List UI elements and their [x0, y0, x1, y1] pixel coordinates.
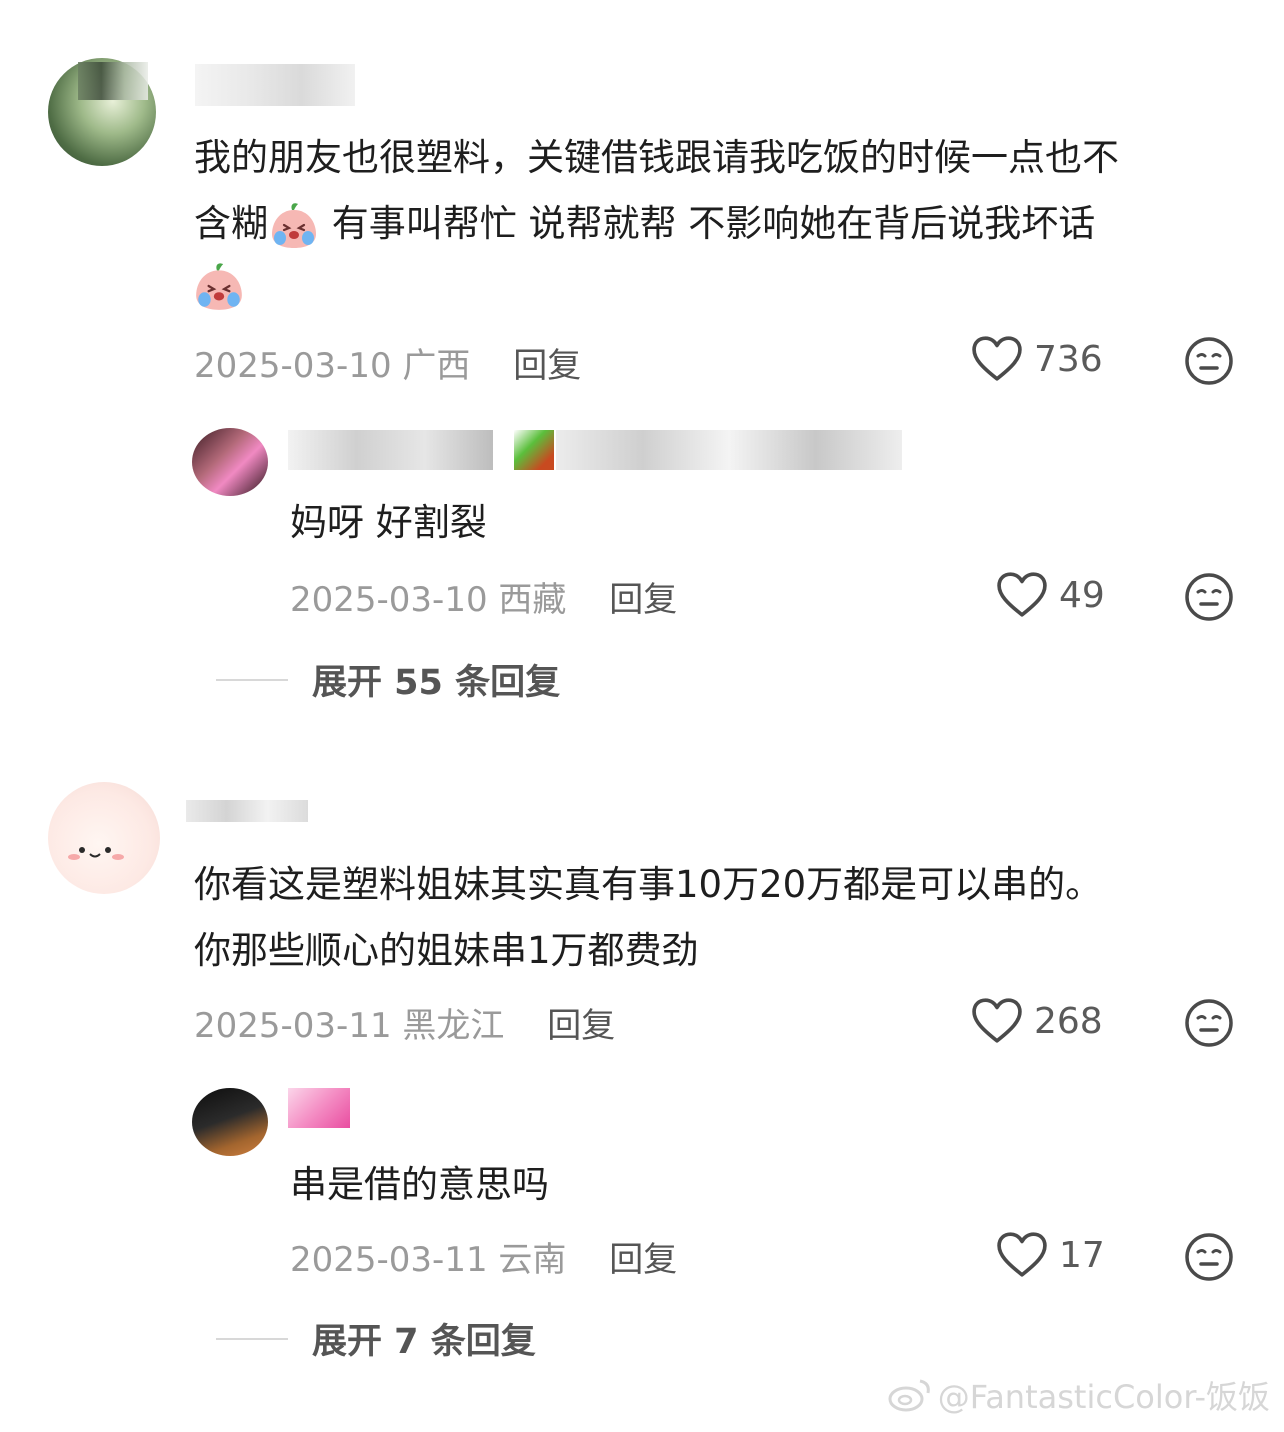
crying-peach-emoji — [268, 200, 320, 252]
comment-date: 2025-03-10 — [194, 346, 392, 386]
heart-outline-icon — [997, 1232, 1047, 1278]
comment-date: 2025-03-11 — [194, 1006, 392, 1046]
expand-label: 展开 7 条回复 — [312, 1322, 536, 1362]
expand-replies-button[interactable]: 展开 7 条回复 — [216, 1313, 536, 1364]
username-blurred[interactable] — [556, 430, 902, 470]
username-blurred[interactable] — [195, 64, 355, 106]
reply-button[interactable]: 回复 — [609, 580, 677, 620]
reply-text: 串是借的意思吗 — [290, 1163, 549, 1206]
like-button[interactable]: 268 — [972, 998, 1103, 1044]
divider — [216, 678, 288, 681]
like-count: 49 — [1059, 574, 1105, 616]
expand-replies-button[interactable]: 展开 55 条回复 — [216, 654, 560, 705]
reply-location: 云南 — [498, 1240, 567, 1280]
neutral-face-icon[interactable] — [1184, 572, 1234, 622]
reply-date: 2025-03-11 — [290, 1240, 488, 1280]
reply-location: 西藏 — [498, 580, 567, 620]
neutral-face-icon[interactable] — [1184, 1232, 1234, 1282]
reply-meta: 2025-03-10 西藏 回复 — [290, 572, 677, 621]
comment-location: 黑龙江 — [402, 1006, 505, 1046]
like-count: 736 — [1034, 338, 1103, 380]
reply-button[interactable]: 回复 — [547, 1006, 615, 1046]
heart-outline-icon — [997, 572, 1047, 618]
badge-blurred — [514, 430, 554, 470]
comment-text: 你那些顺心的姐妹串1万都费劲 — [194, 929, 699, 972]
like-button[interactable]: 49 — [997, 572, 1105, 618]
comment-text: 你看这是塑料姐妹其实真有事10万20万都是可以串的。 — [194, 863, 1103, 906]
avatar-face — [62, 830, 142, 870]
neutral-face-icon[interactable] — [1184, 336, 1234, 386]
reply-avatar[interactable] — [192, 428, 268, 496]
username-blurred[interactable] — [186, 800, 308, 822]
heart-outline-icon — [972, 998, 1022, 1044]
reply-text: 妈呀 好割裂 — [290, 501, 487, 544]
heart-outline-icon — [972, 336, 1022, 382]
divider — [216, 1337, 288, 1340]
comment-text: 我的朋友也很塑料，关键借钱跟请我吃饭的时候一点也不 — [194, 136, 1119, 179]
like-button[interactable]: 17 — [997, 1232, 1105, 1278]
like-button[interactable]: 736 — [972, 336, 1103, 382]
weibo-logo-icon — [888, 1379, 930, 1412]
username-blurred[interactable] — [78, 62, 148, 100]
username-blurred[interactable] — [288, 430, 493, 470]
comment-meta: 2025-03-10 广西 回复 — [194, 338, 581, 387]
reply-avatar[interactable] — [192, 1088, 268, 1156]
neutral-face-icon[interactable] — [1184, 998, 1234, 1048]
comment-meta: 2025-03-11 黑龙江 回复 — [194, 998, 615, 1047]
like-count: 17 — [1059, 1234, 1105, 1276]
reply-meta: 2025-03-11 云南 回复 — [290, 1232, 677, 1281]
reply-button[interactable]: 回复 — [609, 1240, 677, 1280]
watermark-text: @FantasticColor-饭饭 — [937, 1378, 1270, 1416]
reply-button[interactable]: 回复 — [513, 346, 581, 386]
expand-label: 展开 55 条回复 — [312, 663, 561, 703]
reply-date: 2025-03-10 — [290, 580, 488, 620]
username-blurred[interactable] — [288, 1088, 350, 1128]
like-count: 268 — [1034, 1000, 1103, 1042]
comment-location: 广西 — [402, 346, 471, 386]
comment-text: 含糊 有事叫帮忙 说帮就帮 不影响她在背后说我坏话 — [194, 191, 1095, 257]
watermark: @FantasticColor-饭饭 — [888, 1372, 1270, 1418]
crying-peach-emoji — [192, 260, 246, 318]
